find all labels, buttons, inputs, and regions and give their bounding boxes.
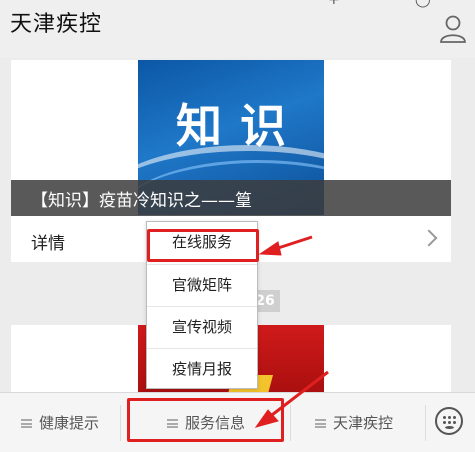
arrow-icon xyxy=(258,235,313,256)
annotation-arrows xyxy=(254,235,329,428)
arrow-icon xyxy=(254,370,329,428)
